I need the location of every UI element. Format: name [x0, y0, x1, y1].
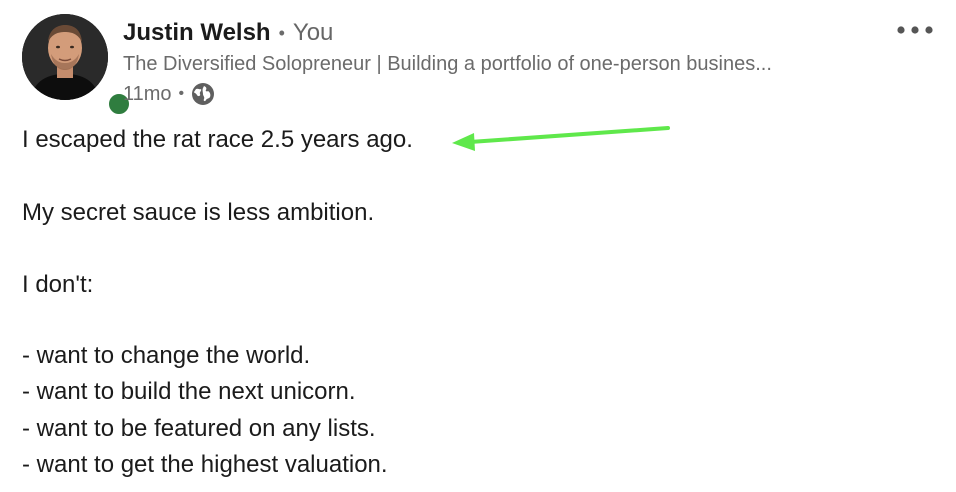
- avatar-image: [22, 14, 108, 100]
- post-line-3: I don't:: [22, 271, 94, 298]
- author-name[interactable]: Justin Welsh: [123, 19, 271, 47]
- annotation-arrow: [452, 126, 670, 151]
- post-list-item-2: - want to build the next unicorn.: [22, 378, 356, 405]
- post-list-item-3: - want to be featured on any lists.: [22, 415, 376, 442]
- relation-label: You: [292, 19, 334, 46]
- linkedin-post: Justin Welsh • You The Diversified Solop…: [0, 0, 956, 492]
- author-line: Justin Welsh • You: [123, 18, 333, 48]
- separator-dot: •: [278, 22, 285, 43]
- post-list-item-1: - want to change the world.: [22, 342, 311, 369]
- post-list-item-4: - want to get the highest valuation.: [22, 451, 388, 478]
- post-meta: 11mo •: [123, 82, 215, 106]
- post-line-1: I escaped the rat race 2.5 years ago.: [22, 126, 413, 153]
- post-time[interactable]: 11mo: [123, 83, 172, 106]
- more-options-button[interactable]: [888, 16, 942, 44]
- globe-icon: [191, 82, 215, 106]
- avatar[interactable]: [22, 14, 108, 100]
- avatar-container[interactable]: [22, 14, 132, 117]
- meta-separator-dot: •: [178, 85, 185, 102]
- more-horizontal-icon: [897, 26, 933, 34]
- post-line-2: My secret sauce is less ambition.: [22, 199, 375, 226]
- author-headline: The Diversified Solopreneur | Building a…: [123, 53, 772, 75]
